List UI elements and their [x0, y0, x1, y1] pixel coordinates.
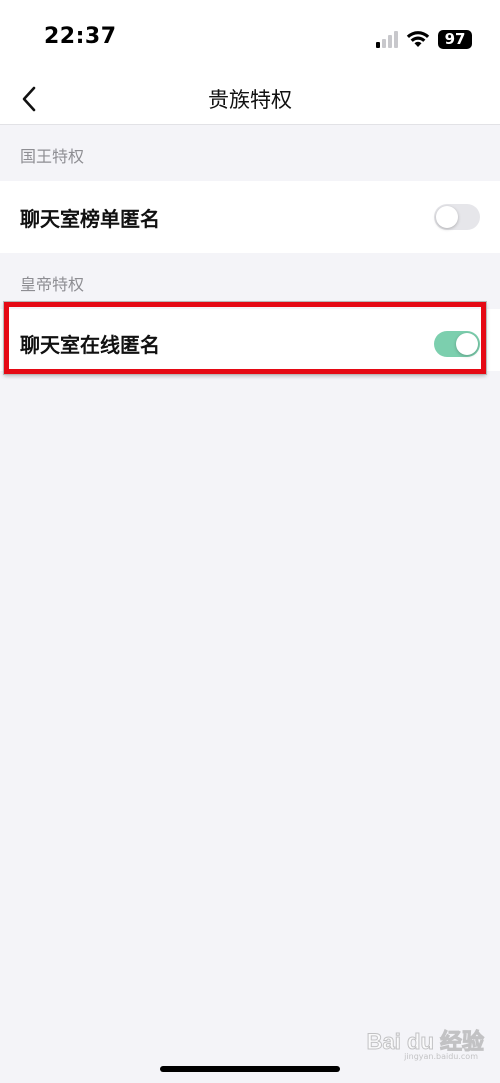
section-header-king: 国王特权 [0, 125, 500, 181]
section-header-emperor: 皇帝特权 [0, 253, 500, 309]
home-indicator[interactable] [160, 1066, 340, 1072]
baidu-jingyan-watermark: Bai du 经验 jingyan.baidu.com [366, 1024, 484, 1062]
toggle-ranking-anonymous[interactable] [434, 204, 480, 230]
cellular-signal-icon [376, 30, 398, 48]
highlight-annotation [4, 302, 486, 374]
section-header-label: 皇帝特权 [20, 275, 85, 294]
section-header-label: 国王特权 [20, 147, 85, 166]
row-label: 聊天室榜单匿名 [20, 207, 160, 231]
status-time: 22:37 [44, 24, 117, 49]
status-bar: 22:37 97 [0, 0, 500, 74]
status-icons: 97 [376, 28, 472, 50]
nav-bar: 贵族特权 [0, 74, 500, 125]
wifi-icon [406, 31, 430, 47]
battery-icon: 97 [438, 29, 472, 49]
page-title: 贵族特权 [208, 88, 292, 112]
watermark-url: jingyan.baidu.com [404, 1052, 478, 1061]
settings-row-ranking-anonymous: 聊天室榜单匿名 [0, 181, 500, 253]
